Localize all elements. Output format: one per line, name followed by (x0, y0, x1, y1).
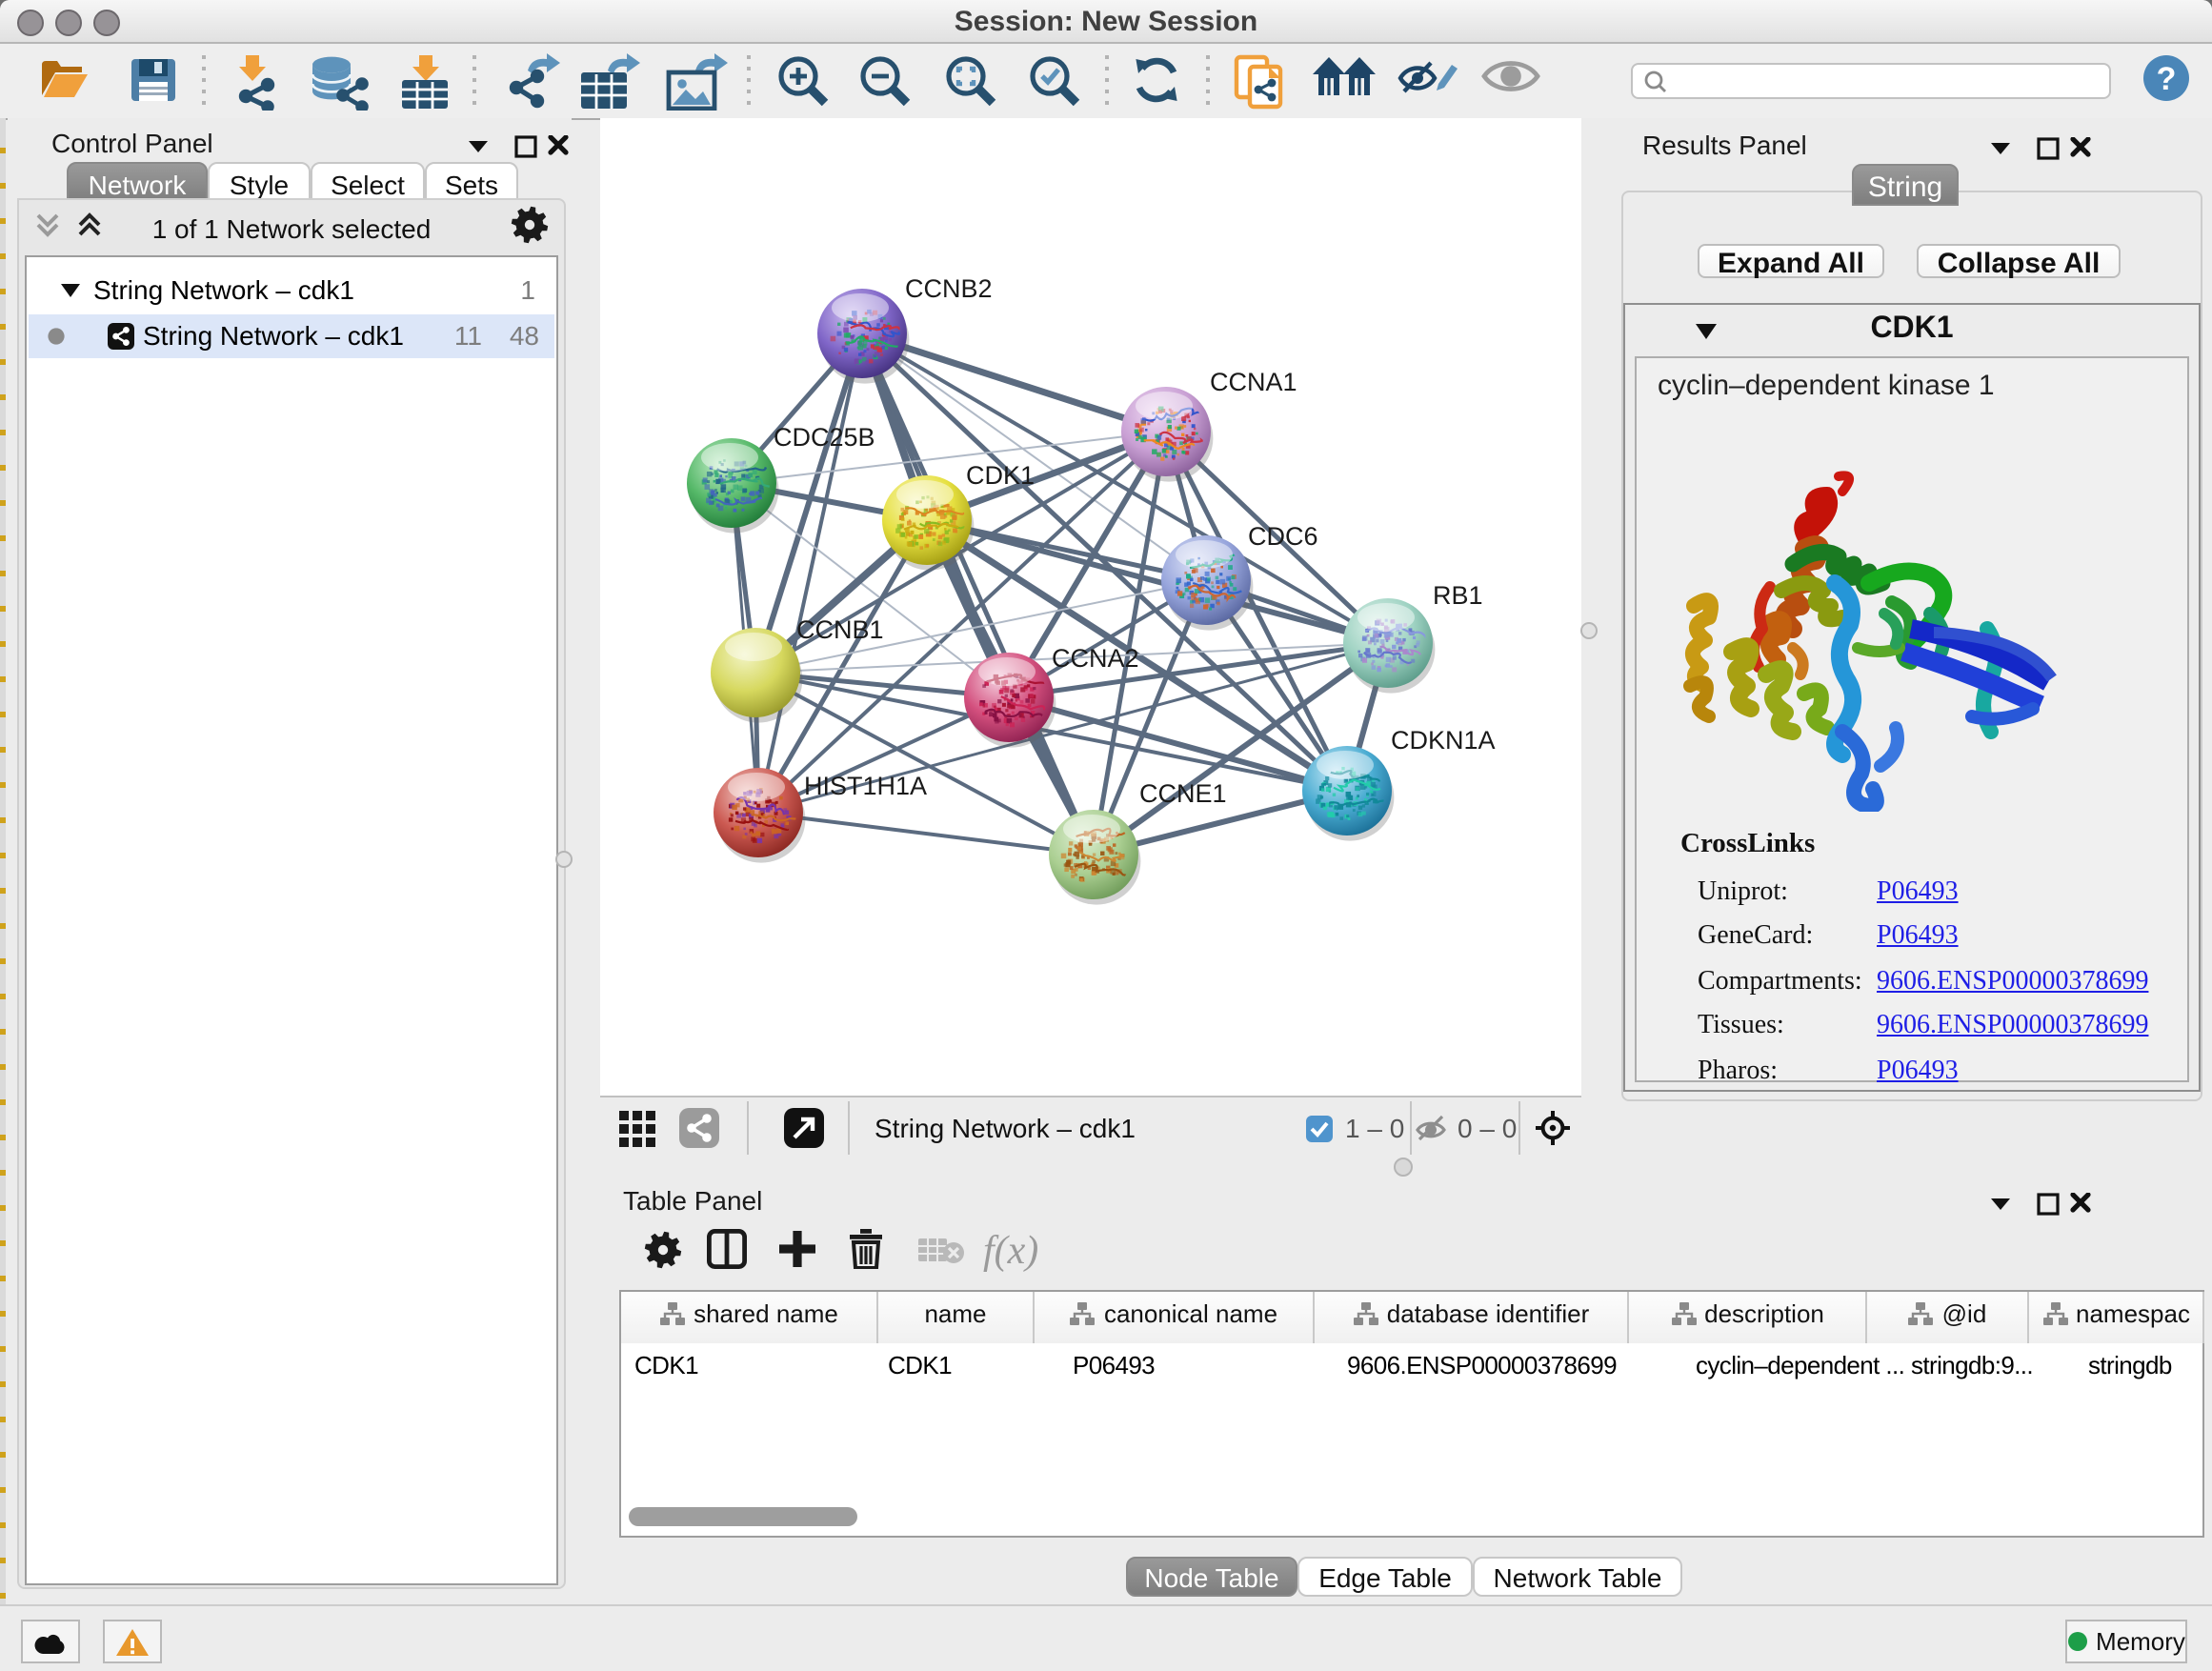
svg-text:CCNA2: CCNA2 (1052, 644, 1139, 673)
svg-text:CDKN1A: CDKN1A (1391, 726, 1496, 755)
svg-text:RB1: RB1 (1433, 581, 1483, 610)
svg-text:CCNA1: CCNA1 (1210, 368, 1297, 396)
svg-text:CDC6: CDC6 (1248, 522, 1318, 551)
svg-text:CCNE1: CCNE1 (1139, 779, 1227, 808)
svg-text:CCNB1: CCNB1 (796, 615, 884, 644)
svg-text:CDK1: CDK1 (966, 461, 1035, 490)
svg-text:CDC25B: CDC25B (774, 423, 875, 452)
svg-text:HIST1H1A: HIST1H1A (804, 772, 927, 800)
svg-text:CCNB2: CCNB2 (905, 274, 993, 303)
svg-text:?: ? (2157, 61, 2177, 97)
